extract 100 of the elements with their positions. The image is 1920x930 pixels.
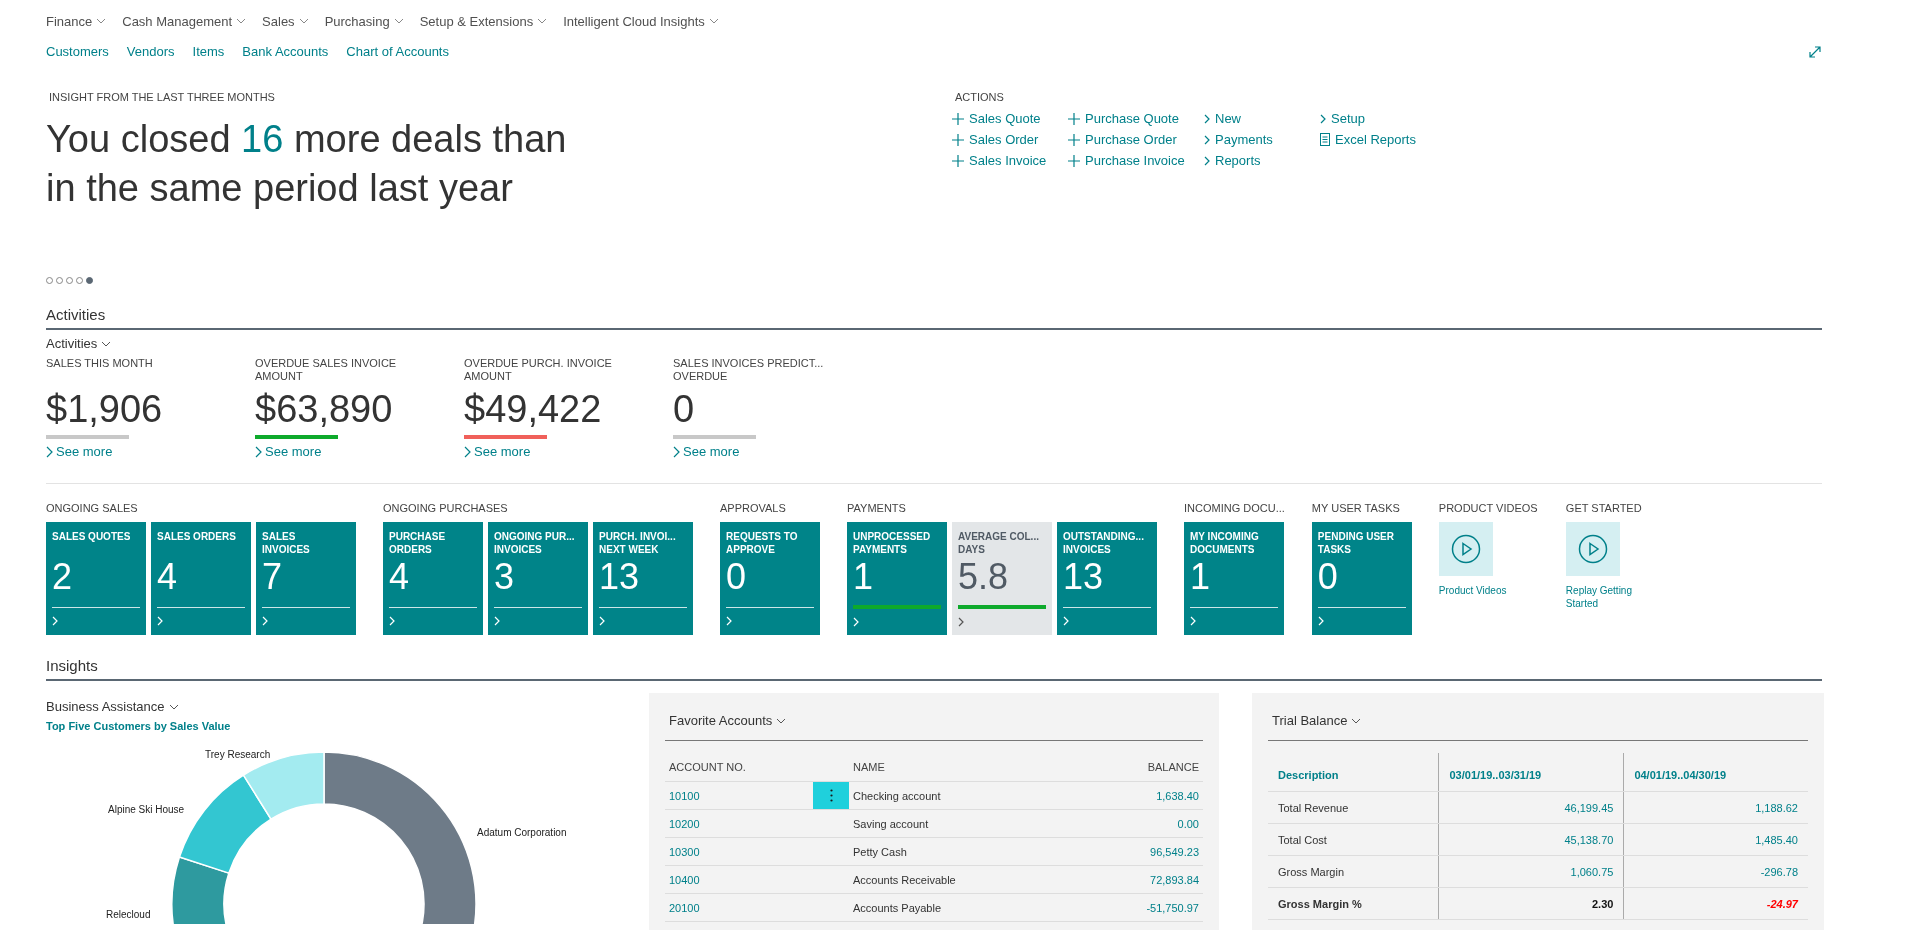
amount-link[interactable]: 1,188.62 xyxy=(1755,801,1798,814)
activity-tile[interactable]: PURCHASE ORDERS 4 xyxy=(383,522,483,635)
insight-caption: INSIGHT FROM THE LAST THREE MONTHS xyxy=(49,91,276,103)
quick-link[interactable]: Items xyxy=(192,44,225,59)
action-link[interactable]: Sales Order xyxy=(952,132,1052,147)
quick-link[interactable]: Bank Accounts xyxy=(242,44,329,59)
table-cell: Saving account xyxy=(853,817,929,830)
quick-link[interactable]: Customers xyxy=(46,44,109,59)
amount-link[interactable]: -24.97 xyxy=(1766,897,1798,910)
see-more-link[interactable]: See more xyxy=(46,444,255,459)
chevron-right-icon xyxy=(494,616,500,626)
action-link[interactable]: Sales Quote xyxy=(952,111,1052,126)
chevron-down-icon xyxy=(776,717,787,724)
amount-link[interactable]: 2.30 xyxy=(1591,897,1614,910)
balance-link[interactable]: 96,549.23 xyxy=(1150,845,1199,858)
tile-label: PENDING USER TASKS xyxy=(1317,530,1395,556)
activity-tile[interactable]: SALES INVOICES 7 xyxy=(256,522,356,635)
account-link[interactable]: 10200 xyxy=(669,817,700,830)
tile-group-title: INCOMING DOCU... xyxy=(1184,502,1285,514)
cue-value[interactable]: $63,890 xyxy=(255,387,464,431)
action-link[interactable]: Purchase Invoice xyxy=(1068,153,1188,168)
balance-link[interactable]: 1,638.40 xyxy=(1156,789,1199,802)
chevron-right-icon xyxy=(262,616,268,626)
panel-header[interactable]: Trial Balance xyxy=(1268,705,1808,741)
amount-link[interactable]: 45,138.70 xyxy=(1564,833,1614,846)
nav-menu[interactable]: Sales xyxy=(262,12,309,30)
action-link[interactable]: Reports xyxy=(1204,153,1304,168)
table-cell: Accounts Receivable xyxy=(853,873,956,886)
quick-link[interactable]: Vendors xyxy=(126,44,175,59)
action-link[interactable]: Excel Reports xyxy=(1320,132,1420,147)
nav-menu[interactable]: Intelligent Cloud Insights xyxy=(563,12,719,30)
see-more-link[interactable]: See more xyxy=(673,444,882,459)
activity-tile[interactable]: MY INCOMING DOCUMENTS 1 xyxy=(1184,522,1284,635)
video-tile[interactable] xyxy=(1565,522,1620,576)
insight-headline: You closed 16 more deals than in the same period last year xyxy=(46,117,568,211)
activity-tile[interactable]: AVERAGE COL... DAYS 5.8 xyxy=(952,522,1052,635)
amount-link[interactable]: 1,485.40 xyxy=(1755,833,1798,846)
nav-menu[interactable]: Finance xyxy=(46,12,107,30)
cue-value[interactable]: $1,906 xyxy=(46,387,255,431)
chevron-down-icon xyxy=(101,340,112,347)
amount-link[interactable]: -296.78 xyxy=(1760,865,1798,878)
chevron-down-icon xyxy=(537,18,548,24)
tile-label: MY INCOMING DOCUMENTS xyxy=(1190,530,1260,556)
tile-value: 0 xyxy=(726,558,748,596)
table-cell: Petty Cash xyxy=(853,845,907,858)
row-menu-button[interactable] xyxy=(813,782,849,809)
expand-icon[interactable] xyxy=(1808,44,1822,59)
chevron-right-icon xyxy=(958,617,964,627)
chevron-right-icon xyxy=(464,445,471,458)
cue-label: SALES INVOICES PREDICT... OVERDUE xyxy=(673,357,825,383)
action-link[interactable]: Purchase Order xyxy=(1068,132,1188,147)
activity-tile[interactable]: OUTSTANDING... INVOICES 13 xyxy=(1057,522,1157,635)
group-header[interactable]: Business Assistance xyxy=(46,699,179,714)
action-link[interactable]: Payments xyxy=(1204,132,1304,147)
amount-link[interactable]: 1,060.75 xyxy=(1570,865,1614,878)
plus-icon xyxy=(1068,112,1080,125)
balance-link[interactable]: 0.00 xyxy=(1177,817,1199,830)
account-link[interactable]: 10300 xyxy=(669,845,700,858)
balance-link[interactable]: 72,893.84 xyxy=(1150,873,1199,886)
account-link[interactable]: 20100 xyxy=(669,901,700,914)
cue-value[interactable]: 0 xyxy=(673,387,882,431)
plus-icon xyxy=(1068,154,1080,167)
amount-link[interactable]: 46,199.45 xyxy=(1564,801,1614,814)
tile-group-title: APPROVALS xyxy=(720,502,787,514)
balance-link[interactable]: -51,750.97 xyxy=(1146,901,1199,914)
tile-label: PURCH. INVOI... NEXT WEEK xyxy=(599,530,677,556)
panel-header[interactable]: Favorite Accounts xyxy=(665,705,1203,741)
cue-label: SALES THIS MONTH xyxy=(46,357,154,371)
video-link[interactable]: Replay Getting Started xyxy=(1565,584,1666,610)
activity-tile[interactable]: ONGOING PUR... INVOICES 3 xyxy=(488,522,588,635)
tile-value: 4 xyxy=(157,558,179,596)
tile-label: SALES QUOTES xyxy=(52,530,132,544)
activity-tile[interactable]: SALES ORDERS 4 xyxy=(151,522,251,635)
carousel-dot[interactable] xyxy=(86,277,93,284)
action-link[interactable]: Sales Invoice xyxy=(952,153,1052,168)
group-header[interactable]: Activities xyxy=(46,336,112,351)
see-more-link[interactable]: See more xyxy=(255,444,464,459)
tile-label: REQUESTS TO APPROVE xyxy=(726,530,799,556)
video-tile[interactable] xyxy=(1438,522,1493,576)
nav-menu[interactable]: Cash Management xyxy=(122,12,247,30)
nav-menu[interactable]: Purchasing xyxy=(324,12,404,30)
activity-tile[interactable]: UNPROCESSED PAYMENTS 1 xyxy=(847,522,947,635)
activity-tile[interactable]: REQUESTS TO APPROVE 0 xyxy=(720,522,820,635)
activity-tile[interactable]: SALES QUOTES 2 xyxy=(46,522,146,635)
cue-value[interactable]: $49,422 xyxy=(464,387,673,431)
action-link[interactable]: New xyxy=(1204,111,1304,126)
account-link[interactable]: 10400 xyxy=(669,873,700,886)
action-link[interactable]: Purchase Quote xyxy=(1068,111,1188,126)
action-link[interactable]: Setup xyxy=(1320,111,1420,126)
nav-menu[interactable]: Setup & Extensions xyxy=(419,12,548,30)
video-link[interactable]: Product Videos xyxy=(1438,584,1539,597)
activity-tile[interactable]: PURCH. INVOI... NEXT WEEK 13 xyxy=(593,522,693,635)
chevron-right-icon xyxy=(389,616,395,626)
see-more-link[interactable]: See more xyxy=(464,444,673,459)
quick-link[interactable]: Chart of Accounts xyxy=(346,44,449,59)
tile-value: 1 xyxy=(853,558,875,596)
account-link[interactable]: 10100 xyxy=(669,789,700,802)
activity-tile[interactable]: PENDING USER TASKS 0 xyxy=(1311,522,1412,635)
plus-icon xyxy=(952,133,964,146)
table-cell: Total Revenue xyxy=(1278,801,1349,814)
